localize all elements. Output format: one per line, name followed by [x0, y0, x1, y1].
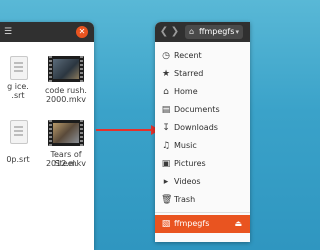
sidebar-divider	[155, 212, 250, 213]
music-icon: ♫	[161, 141, 171, 151]
pictures-icon: ▣	[161, 159, 171, 169]
file-name-line2: .srt	[11, 91, 25, 100]
desktop: ☰ ✕ g ice. .srt code rush. 2000.mkv 0p.s…	[0, 0, 250, 250]
drive-icon: ▧	[161, 219, 171, 229]
file-manager-window: ☰ ✕ g ice. .srt code rush. 2000.mkv 0p.s…	[0, 22, 94, 250]
sidebar-item-home[interactable]: ⌂ Home	[155, 83, 250, 101]
sidebar-item-trash[interactable]: 🗑 Trash	[155, 191, 250, 209]
file-name-line1: g ice.	[7, 82, 29, 91]
download-icon: ↧	[162, 123, 170, 133]
pointer-arrow-line	[96, 129, 154, 131]
document-icon: ▤	[161, 105, 171, 115]
video-thumbnail	[48, 56, 84, 82]
sidebar-item-starred[interactable]: ★ Starred	[155, 65, 250, 83]
sidebar-item-label: Music	[174, 141, 197, 150]
file-item[interactable]: Tears of Steel. 2012.mkv	[44, 120, 88, 172]
sidebar-item-label: Pictures	[174, 159, 206, 168]
sidebar-item-label: Trash	[174, 195, 196, 204]
file-item[interactable]: 0p.srt	[0, 120, 40, 172]
path-label: ffmpegfs	[199, 27, 235, 36]
sidebar-item-label: Recent	[174, 51, 202, 60]
sidebar-item-music[interactable]: ♫ Music	[155, 137, 250, 155]
home-icon: ⌂	[189, 27, 195, 36]
sidebar-item-videos[interactable]: ▸ Videos	[155, 173, 250, 191]
title-bar: ❮ ❯ ⌂ ffmpegfs ▾	[155, 22, 250, 42]
hamburger-icon[interactable]: ☰	[2, 26, 14, 38]
sidebar-item-recent[interactable]: ◷ Recent	[155, 47, 250, 65]
sidebar-item-downloads[interactable]: ↧ Downloads	[155, 119, 250, 137]
clock-icon: ◷	[162, 51, 170, 61]
file-name-line2: 0p.srt	[6, 155, 30, 164]
file-item[interactable]: g ice. .srt	[0, 56, 40, 108]
video-thumbnail	[48, 120, 84, 146]
subtitle-file-icon	[10, 56, 28, 80]
sidebar: ◷ Recent ★ Starred ⌂ Home ▤ Documents ↧ …	[155, 42, 250, 242]
star-icon: ★	[161, 69, 171, 79]
sidebar-item-documents[interactable]: ▤ Documents	[155, 101, 250, 119]
file-name-line2: 2000.mkv	[45, 95, 87, 104]
title-bar: ☰ ✕	[0, 22, 94, 42]
trash-icon: 🗑	[161, 195, 173, 205]
video-icon: ▸	[163, 177, 169, 187]
sidebar-item-label: ffmpegfs	[174, 219, 210, 228]
close-icon[interactable]: ✕	[76, 26, 88, 38]
sidebar-item-pictures[interactable]: ▣ Pictures	[155, 155, 250, 173]
sidebar-item-label: Videos	[174, 177, 201, 186]
sidebar-item-ffmpegfs[interactable]: ▧ ffmpegfs ⏏	[155, 215, 250, 233]
file-item[interactable]: code rush. 2000.mkv	[44, 56, 88, 108]
file-name-line2: 2012.mkv	[45, 159, 87, 168]
sidebar-item-label: Home	[174, 87, 198, 96]
file-manager-window-sidebar: ❮ ❯ ⌂ ffmpegfs ▾ ◷ Recent ★ Starred ⌂ Ho…	[155, 22, 250, 242]
chevron-down-icon: ▾	[235, 28, 239, 36]
eject-icon[interactable]: ⏏	[234, 215, 242, 233]
subtitle-file-icon	[10, 120, 28, 144]
home-icon: ⌂	[163, 87, 169, 97]
sidebar-item-label: Downloads	[174, 123, 218, 132]
sidebar-item-label: Starred	[174, 69, 204, 78]
back-icon[interactable]: ❮	[159, 26, 169, 38]
sidebar-item-label: Documents	[174, 105, 220, 114]
file-name-line1: code rush.	[45, 86, 87, 95]
path-bar-button[interactable]: ⌂ ffmpegfs ▾	[185, 25, 243, 39]
forward-icon[interactable]: ❯	[170, 26, 180, 38]
